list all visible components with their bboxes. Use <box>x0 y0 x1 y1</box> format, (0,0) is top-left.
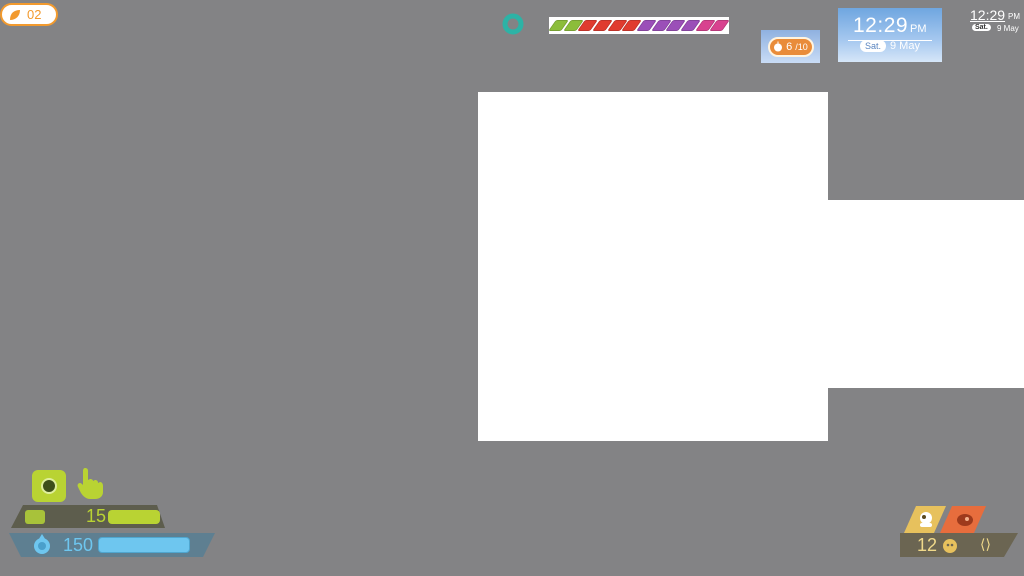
mini-clock-date: 9 May <box>997 24 1019 33</box>
blue-stat-value: 150 <box>63 535 94 555</box>
green-stat-bar <box>108 510 160 524</box>
animal-tool-icon <box>920 512 932 527</box>
fish-tool-icon <box>957 514 973 526</box>
camera-icon <box>41 478 57 494</box>
gold-creature-icon <box>943 539 957 553</box>
top-counter[interactable]: 02 <box>0 3 58 26</box>
segment-bar <box>548 17 730 34</box>
main-white-panel <box>478 92 828 441</box>
camera-button[interactable] <box>32 470 66 502</box>
apple-current: 6 <box>786 40 793 53</box>
water-drop-icon <box>34 534 50 554</box>
clock-time: 12:29 <box>853 14 909 37</box>
top-counter-value: 02 <box>27 7 42 22</box>
green-stat-value: 15 <box>86 506 107 526</box>
gold-stat-row: 12 ⟨⟩ <box>900 533 1018 557</box>
clock-date: 9 May <box>890 40 920 52</box>
leaf-icon <box>10 9 20 20</box>
hand-pointer-icon[interactable] <box>76 466 104 500</box>
clock-ampm: PM <box>910 23 927 35</box>
blue-stat-row: 150 <box>9 533 215 557</box>
green-stat-row: 15 <box>11 505 165 528</box>
gold-extra-symbol: ⟨⟩ <box>980 536 991 552</box>
clock-panel: 12:29 PM Sat. 9 May <box>838 8 942 62</box>
green-stat-icon <box>25 510 45 524</box>
mini-clock-day: Sat. <box>972 24 991 31</box>
mini-clock-time: 12:29 <box>970 7 1006 23</box>
apple-counter: 6 /10 <box>767 36 814 57</box>
ring-icon <box>502 13 524 35</box>
clock-day: Sat. <box>860 40 887 52</box>
apple-icon <box>774 41 783 52</box>
apple-max: /10 <box>795 41 808 52</box>
apple-counter-panel: 6 /10 <box>761 30 820 63</box>
mini-clock-ampm: PM <box>1008 12 1020 21</box>
gold-stat-value: 12 <box>917 535 938 555</box>
blue-stat-bar <box>98 537 190 553</box>
side-white-panel <box>828 200 1024 388</box>
